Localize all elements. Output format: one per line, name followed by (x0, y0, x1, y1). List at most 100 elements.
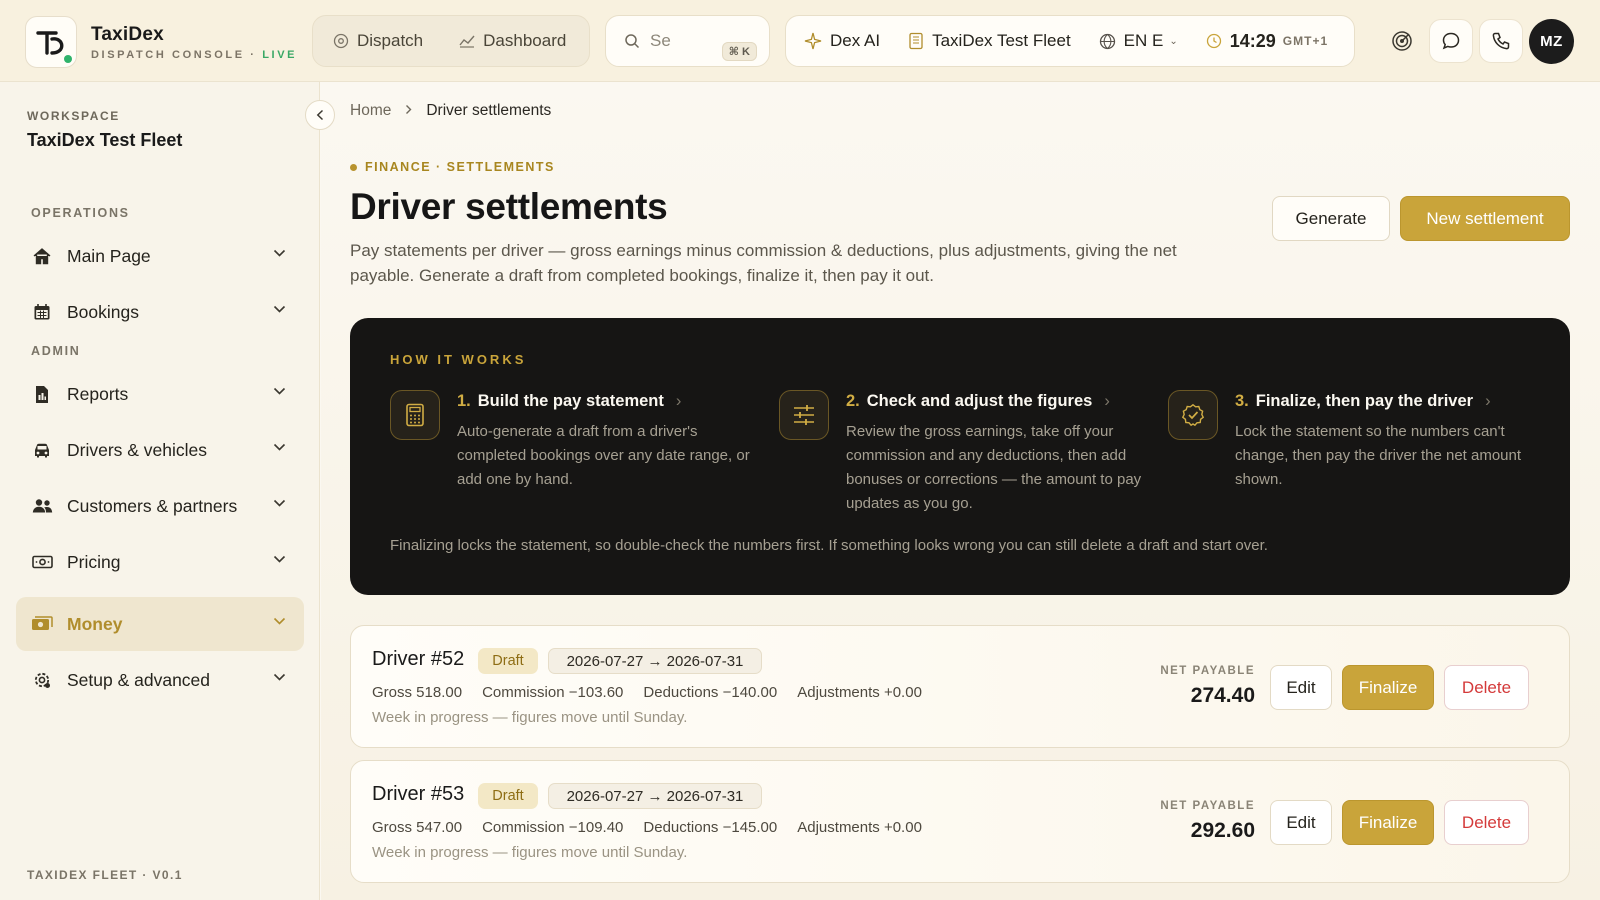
check-badge-icon (1168, 390, 1218, 440)
sidebar-item-drivers-vehicles[interactable]: Drivers & vehicles (16, 423, 304, 477)
step-title[interactable]: 1. Build the pay statement › (457, 392, 681, 411)
new-settlement-button[interactable]: New settlement (1400, 196, 1570, 241)
nav-dispatch-label: Dispatch (357, 31, 424, 50)
settlement-card: Driver #52 Draft 2026-07-27 → 2026-07-31… (350, 625, 1570, 748)
clock-timezone: GMT+1 (1282, 34, 1329, 48)
settlement-card: Driver #53 Draft 2026-07-27 → 2026-07-31… (350, 760, 1570, 883)
chevron-left-icon (316, 109, 324, 121)
adjustments-value: Adjustments +0.00 (797, 819, 922, 836)
radar-icon (1392, 31, 1412, 51)
clock: 14:29 GMT+1 (1206, 31, 1328, 52)
phone-button[interactable] (1479, 19, 1523, 63)
chevron-right-icon (405, 102, 412, 120)
calculator-icon (390, 390, 440, 440)
section-operations: OPERATIONS (31, 206, 130, 220)
settings-icon (31, 669, 53, 691)
commission-value: Commission −109.40 (482, 819, 624, 836)
search-shortcut: ⌘ K (721, 42, 757, 61)
sidebar-item-reports[interactable]: Reports (16, 367, 304, 421)
how-it-works-note: Finalizing locks the statement, so doubl… (390, 537, 1268, 554)
sidebar-item-label: Money (67, 613, 123, 634)
net-payable-label: NET PAYABLE (1160, 665, 1255, 677)
settlement-note: Week in progress — figures move until Su… (372, 844, 688, 861)
nav-dashboard-label: Dashboard (483, 31, 567, 50)
step-title[interactable]: 2. Check and adjust the figures › (846, 392, 1110, 411)
sliders-icon (779, 390, 829, 440)
search-input[interactable] (650, 31, 700, 51)
date-range-badge: 2026-07-27 → 2026-07-31 (548, 648, 762, 674)
settlement-driver[interactable]: Driver #53 (372, 783, 464, 806)
nav-dashboard[interactable]: Dashboard (459, 31, 566, 51)
eyebrow-text: FINANCE · SETTLEMENTS (365, 160, 555, 174)
delete-button[interactable]: Delete (1444, 800, 1529, 845)
step-number: 1. (457, 392, 471, 410)
finalize-button[interactable]: Finalize (1342, 800, 1434, 845)
settlement-note: Week in progress — figures move until Su… (372, 709, 688, 726)
step-number: 2. (846, 392, 860, 410)
generate-button[interactable]: Generate (1272, 196, 1390, 241)
breadcrumb: Home Driver settlements (350, 102, 551, 120)
cash-icon (31, 551, 53, 573)
sidebar-item-main-page[interactable]: Main Page (16, 229, 304, 283)
taxidex-logo-icon (25, 16, 77, 68)
sidebar-item-label: Setup & advanced (67, 669, 211, 690)
step-title[interactable]: 3. Finalize, then pay the driver › (1235, 392, 1491, 411)
nav-dispatch[interactable]: Dispatch (333, 31, 423, 51)
chevron-down-icon (273, 673, 286, 681)
workspace-name[interactable]: TaxiDex Test Fleet (27, 130, 182, 151)
status-badge: Draft (478, 648, 538, 674)
page-eyebrow: FINANCE · SETTLEMENTS (350, 160, 555, 174)
sidebar-item-customers-partners[interactable]: Customers & partners (16, 479, 304, 533)
sidebar-item-setup-advanced[interactable]: Setup & advanced (16, 653, 304, 707)
settlement-driver[interactable]: Driver #52 (372, 648, 464, 671)
fleet-name: TaxiDex Test Fleet (932, 31, 1071, 50)
brand-subtitle: DISPATCH CONSOLE · LIVE (91, 49, 297, 61)
breadcrumb-current: Driver settlements (426, 102, 552, 119)
phone-icon (1492, 32, 1510, 50)
chevron-down-icon (273, 499, 286, 507)
deductions-value: Deductions −145.00 (643, 819, 778, 836)
chevron-right-icon: › (1485, 392, 1491, 410)
brand-name: TaxiDex (91, 23, 164, 45)
settlement-figures: Gross 547.00 Commission −109.40 Deductio… (372, 819, 942, 836)
search-box[interactable]: ⌘ K (605, 15, 770, 67)
step-title-text: Finalize, then pay the driver (1255, 392, 1474, 410)
money-icon (31, 613, 53, 635)
language-selector[interactable]: EN E ⌄ (1099, 31, 1178, 51)
step-description: Review the gross earnings, take off your… (846, 423, 1142, 512)
page-title: Driver settlements (350, 186, 668, 227)
finalize-button[interactable]: Finalize (1342, 665, 1434, 710)
radar-button[interactable] (1380, 19, 1424, 63)
live-dot-icon (64, 55, 72, 63)
user-avatar[interactable]: MZ (1529, 19, 1574, 64)
chevron-right-icon: › (1104, 392, 1110, 410)
car-icon (31, 439, 53, 461)
sidebar-item-money[interactable]: Money (16, 597, 304, 651)
delete-button[interactable]: Delete (1444, 665, 1529, 710)
net-payable-label: NET PAYABLE (1160, 800, 1255, 812)
report-icon (31, 383, 53, 405)
gross-value: Gross 518.00 (372, 684, 463, 701)
building-icon (909, 32, 923, 50)
dex-ai-button[interactable]: Dex AI (804, 31, 880, 51)
chevron-right-icon: › (675, 392, 682, 410)
sidebar-item-pricing[interactable]: Pricing (16, 535, 304, 589)
brand[interactable]: TaxiDex DISPATCH CONSOLE · LIVE (25, 16, 297, 68)
sidebar-item-bookings[interactable]: Bookings (16, 285, 304, 339)
clock-time: 14:29 (1229, 30, 1276, 51)
breadcrumb-home[interactable]: Home (350, 102, 391, 120)
sidebar-item-label: Pricing (67, 551, 121, 572)
sidebar-item-label: Drivers & vehicles (67, 439, 208, 460)
how-it-works-label: HOW IT WORKS (390, 352, 527, 367)
workspace-label: WORKSPACE (27, 109, 120, 123)
net-payable-value: 274.40 (1190, 684, 1255, 707)
sparkle-icon (804, 32, 822, 50)
edit-button[interactable]: Edit (1270, 665, 1332, 710)
sidebar-item-label: Bookings (67, 301, 139, 322)
sidebar-collapse-button[interactable] (305, 100, 335, 130)
chevron-down-icon (273, 305, 286, 313)
date-range-badge: 2026-07-27 → 2026-07-31 (548, 783, 762, 809)
chat-button[interactable] (1429, 19, 1473, 63)
edit-button[interactable]: Edit (1270, 800, 1332, 845)
fleet-selector[interactable]: TaxiDex Test Fleet (908, 31, 1071, 51)
